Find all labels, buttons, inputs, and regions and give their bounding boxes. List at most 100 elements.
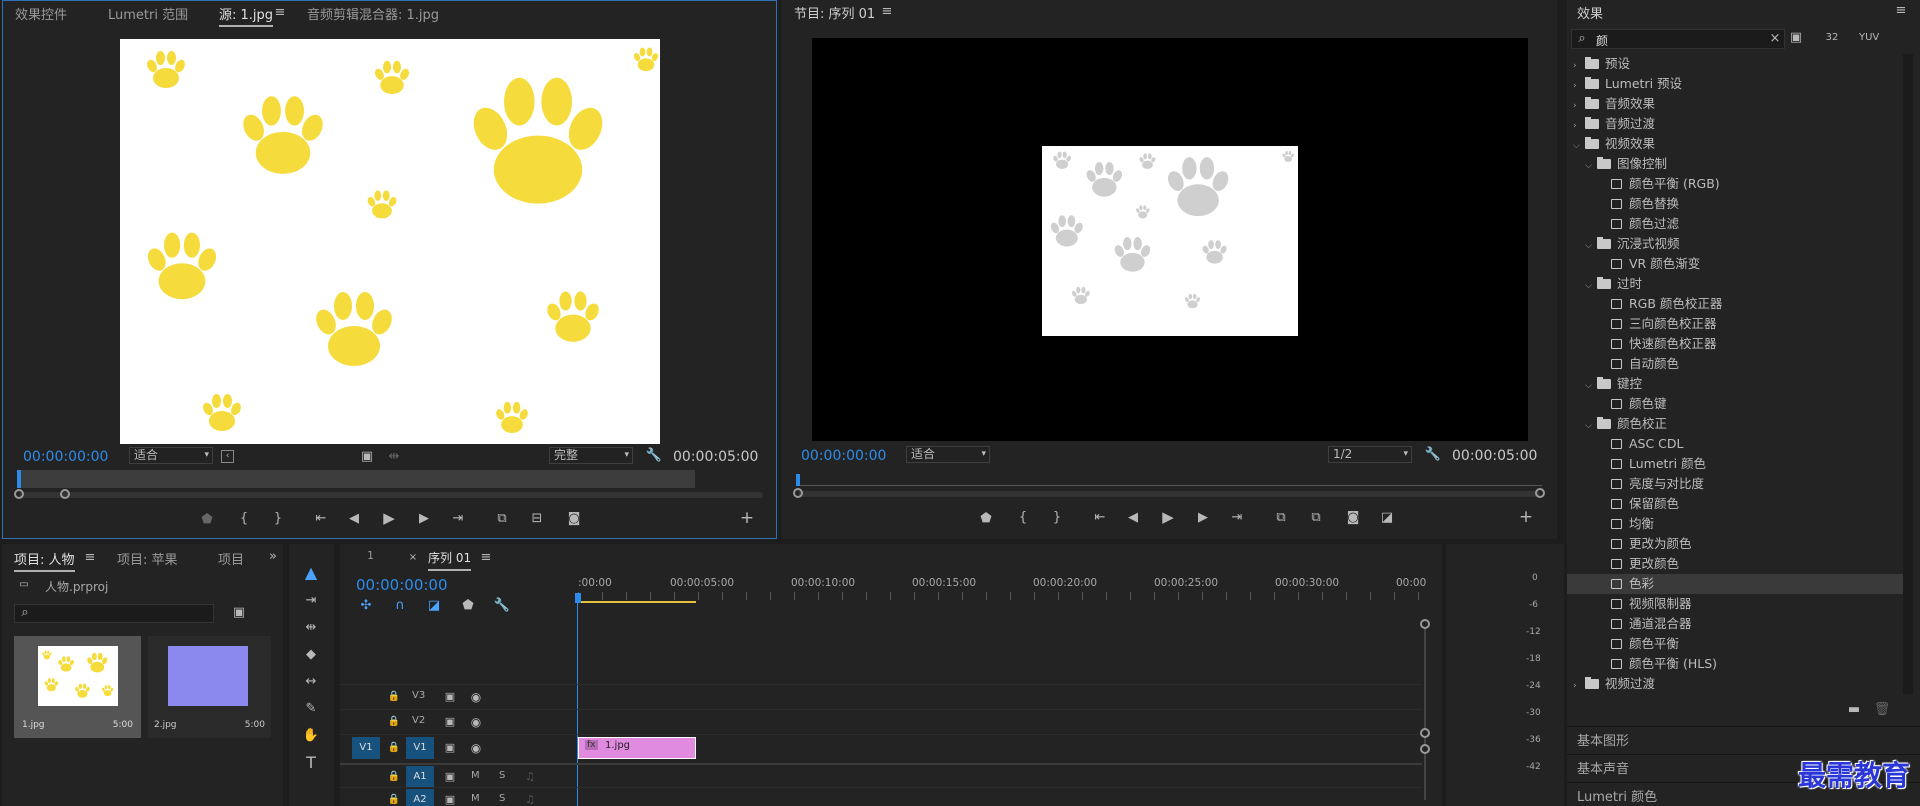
program-play-icon[interactable]: ▶ bbox=[1159, 510, 1177, 525]
program-playhead[interactable] bbox=[796, 474, 800, 486]
lock-icon[interactable]: 🔒 bbox=[385, 715, 403, 729]
track-label[interactable]: V3 bbox=[412, 690, 425, 701]
step-back-icon[interactable]: ◀ bbox=[345, 512, 363, 526]
effect-item[interactable]: 均衡 bbox=[1567, 514, 1904, 534]
program-title[interactable]: 节目: 序列 01 bbox=[794, 3, 875, 22]
mic-icon[interactable]: ♫ bbox=[521, 770, 539, 784]
lock-icon[interactable]: 🔒 bbox=[385, 770, 403, 784]
effects-scrollbar[interactable] bbox=[1903, 54, 1913, 694]
play-icon[interactable]: ▶ bbox=[380, 511, 398, 526]
program-export-frame-icon[interactable]: ◙ bbox=[1344, 511, 1362, 525]
program-quality-select[interactable]: 1/2 ▾ bbox=[1328, 446, 1412, 463]
track-select-tool-icon[interactable]: ⇥ bbox=[302, 594, 320, 608]
32bit-effects-icon[interactable]: 32 bbox=[1823, 31, 1841, 45]
go-to-in-icon[interactable]: ⇤ bbox=[312, 512, 330, 526]
effect-item[interactable]: 通道混合器 bbox=[1567, 614, 1904, 634]
source-fit-select[interactable]: 适合 ▾ bbox=[129, 447, 213, 464]
tab-project-people[interactable]: 项目: 人物 bbox=[14, 549, 75, 572]
effect-item[interactable]: 三向颜色校正器 bbox=[1567, 314, 1904, 334]
effect-folder[interactable]: › 预设 bbox=[1567, 54, 1904, 74]
effect-folder[interactable]: ⌵ 过时 bbox=[1567, 274, 1904, 294]
effect-item[interactable]: 颜色键 bbox=[1567, 394, 1904, 414]
source-timeline-ruler[interactable] bbox=[17, 470, 695, 488]
timeline-playhead[interactable] bbox=[575, 593, 581, 603]
effect-item[interactable]: RGB 颜色校正器 bbox=[1567, 294, 1904, 314]
effect-folder[interactable]: ⌵ 键控 bbox=[1567, 374, 1904, 394]
effect-item[interactable]: 亮度与对比度 bbox=[1567, 474, 1904, 494]
compare-view-icon[interactable]: ◪ bbox=[1378, 511, 1396, 525]
sync-icon[interactable]: ▣ bbox=[441, 770, 459, 784]
chevron-right-icon[interactable]: › bbox=[1573, 96, 1585, 116]
effect-item[interactable]: 颜色替换 bbox=[1567, 194, 1904, 214]
type-tool-icon[interactable]: T bbox=[302, 755, 320, 771]
program-step-back-icon[interactable]: ◀ bbox=[1124, 511, 1142, 525]
go-to-out-icon[interactable]: ⇥ bbox=[449, 512, 467, 526]
tab-source[interactable]: 源: 1.jpg bbox=[219, 4, 274, 27]
effect-item[interactable]: 颜色平衡 (HLS) bbox=[1567, 654, 1904, 674]
effect-item[interactable]: Lumetri 颜色 bbox=[1567, 454, 1904, 474]
program-add-button-icon[interactable]: + bbox=[1517, 509, 1535, 526]
eye-icon[interactable]: ◉ bbox=[467, 690, 485, 704]
tab-project[interactable]: 项目 bbox=[218, 549, 244, 568]
effect-item[interactable]: 保留颜色 bbox=[1567, 494, 1904, 514]
timeline-menu-icon[interactable]: ≡ bbox=[477, 551, 495, 565]
effect-folder[interactable]: ⌵ 颜色校正 bbox=[1567, 414, 1904, 434]
ripple-edit-tool-icon[interactable]: ⇹ bbox=[302, 621, 320, 635]
tab-effect-controls[interactable]: 效果控件 bbox=[15, 4, 67, 23]
program-menu-icon[interactable]: ≡ bbox=[878, 5, 896, 19]
insert-icon[interactable]: ⧉ bbox=[493, 512, 511, 526]
program-timecode[interactable]: 00:00:00:00 bbox=[801, 448, 886, 464]
chevron-right-icon[interactable]: › bbox=[1573, 676, 1585, 696]
delete-icon[interactable]: 🗑 bbox=[1873, 703, 1891, 717]
nest-icon[interactable]: ✣ bbox=[357, 599, 375, 613]
lock-icon[interactable]: 🔒 bbox=[385, 793, 403, 806]
project-item-2[interactable]: 2.jpg 5:00 bbox=[148, 636, 271, 738]
program-fit-select[interactable]: 适合 ▾ bbox=[906, 446, 990, 463]
effect-folder[interactable]: ⌵ 沉浸式视频 bbox=[1567, 234, 1904, 254]
effect-item[interactable]: 颜色平衡 (RGB) bbox=[1567, 174, 1904, 194]
drag-video-icon[interactable]: ‹ bbox=[221, 450, 234, 463]
new-bin-icon[interactable]: ▬ bbox=[1845, 703, 1863, 717]
program-step-forward-icon[interactable]: ▶ bbox=[1194, 511, 1212, 525]
tab-menu-icon[interactable]: ≡ bbox=[271, 6, 289, 20]
chevron-down-icon[interactable]: ⌵ bbox=[1585, 376, 1597, 396]
timeline-timecode[interactable]: 00:00:00:00 bbox=[356, 576, 448, 594]
source-playhead[interactable] bbox=[17, 470, 21, 488]
program-timeline-ruler[interactable] bbox=[796, 472, 1542, 486]
project-search-input[interactable]: ⌕ bbox=[14, 604, 214, 623]
sync-icon[interactable]: ▣ bbox=[441, 690, 459, 704]
source-patch-v1[interactable]: V1 bbox=[352, 737, 380, 759]
drag-film-icon[interactable]: ▣ bbox=[358, 450, 376, 464]
slip-tool-icon[interactable]: ↔ bbox=[302, 675, 320, 689]
timeline-settings-icon[interactable]: 🔧 bbox=[493, 599, 511, 613]
effect-item[interactable]: 颜色平衡 bbox=[1567, 634, 1904, 654]
track-label[interactable]: V2 bbox=[412, 715, 425, 726]
program-go-in-icon[interactable]: ⇤ bbox=[1091, 511, 1109, 525]
tab-project-apple[interactable]: 项目: 苹果 bbox=[117, 549, 178, 568]
lift-icon[interactable]: ⧉ bbox=[1272, 511, 1290, 525]
settings-wrench-icon[interactable]: 🔧 bbox=[645, 449, 663, 463]
project-menu-icon[interactable]: ≡ bbox=[81, 551, 99, 565]
effect-item[interactable]: ASC CDL bbox=[1567, 434, 1904, 454]
add-button-icon[interactable]: + bbox=[738, 510, 756, 527]
source-zoom-bar[interactable] bbox=[14, 489, 763, 499]
chevron-down-icon[interactable]: ⌵ bbox=[1585, 416, 1597, 436]
effect-item[interactable]: 色彩 bbox=[1567, 574, 1904, 594]
hand-tool-icon[interactable]: ✋ bbox=[302, 729, 320, 743]
program-marker-icon[interactable]: ⬟ bbox=[977, 512, 995, 526]
mark-out-icon[interactable]: } bbox=[269, 512, 287, 526]
effect-folder[interactable]: › Lumetri 预设 bbox=[1567, 74, 1904, 94]
razor-tool-icon[interactable]: ◆ bbox=[302, 648, 320, 662]
sync-icon[interactable]: ▣ bbox=[441, 715, 459, 729]
effect-item[interactable]: 更改颜色 bbox=[1567, 554, 1904, 574]
lock-icon[interactable]: 🔒 bbox=[385, 741, 403, 755]
effect-item[interactable]: VR 颜色渐变 bbox=[1567, 254, 1904, 274]
effect-item[interactable]: 快速颜色校正器 bbox=[1567, 334, 1904, 354]
sync-icon[interactable]: ▣ bbox=[441, 793, 459, 806]
mic-icon[interactable]: ♫ bbox=[521, 793, 539, 806]
eye-icon[interactable]: ◉ bbox=[467, 741, 485, 755]
track-label[interactable]: A1 bbox=[406, 766, 434, 788]
effect-item[interactable]: 颜色过滤 bbox=[1567, 214, 1904, 234]
track-label[interactable]: V1 bbox=[406, 737, 434, 759]
selection-tool-icon[interactable]: ▲ bbox=[302, 565, 320, 581]
